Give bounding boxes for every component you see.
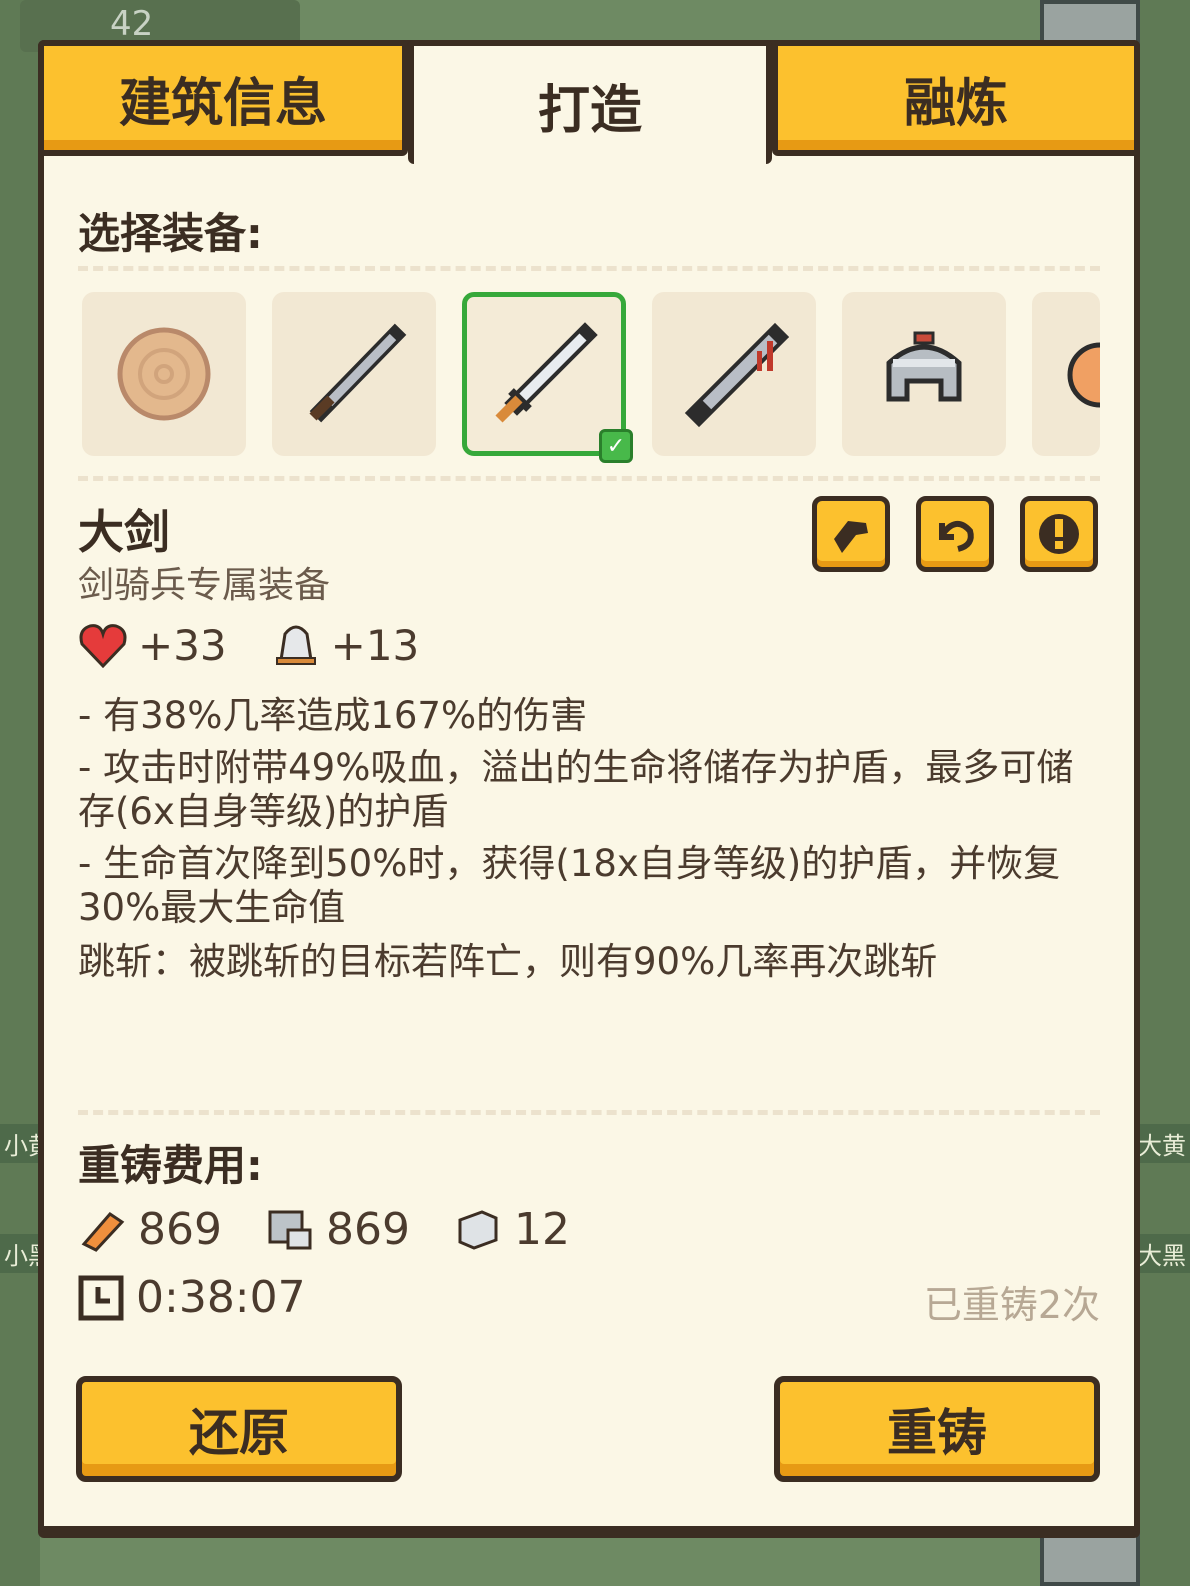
- background-left-strip: [0, 0, 40, 1586]
- background-tower-bottom: [1040, 1530, 1140, 1586]
- tab-smelt[interactable]: 融炼: [772, 40, 1140, 156]
- effect-line: 跳斩：被跳斩的目标若阵亡，则有90%几率再次跳斩: [78, 940, 938, 983]
- divider: [78, 1110, 1100, 1115]
- reforge-cost-title: 重铸费用:: [78, 1141, 263, 1190]
- cost-stone: 869: [266, 1204, 410, 1255]
- greatsword-icon: [495, 322, 598, 423]
- wooden-shield-icon: [117, 327, 211, 421]
- timer-value: 0:38:07: [136, 1272, 306, 1323]
- reforge-count: 已重铸2次: [923, 1283, 1100, 1327]
- upgrade-icon: [1039, 514, 1079, 554]
- divider: [78, 266, 1100, 271]
- cost-wood: 869: [78, 1204, 222, 1255]
- heart-icon: [79, 624, 127, 668]
- item-name: 大剑: [78, 505, 170, 559]
- restore-button[interactable]: 还原: [76, 1376, 402, 1482]
- bloody-sword-icon: [684, 322, 789, 428]
- timer-row: 0:38:07: [78, 1272, 350, 1323]
- iron-icon: [458, 1209, 498, 1250]
- stat-health: +33: [78, 621, 227, 670]
- cost-stone-value: 869: [325, 1204, 410, 1255]
- equipment-slot-greatsword[interactable]: ✓: [462, 292, 633, 463]
- hammer-icon: [834, 521, 868, 553]
- upgrade-button[interactable]: [1020, 496, 1098, 572]
- stat-row: +33 +13: [78, 620, 463, 670]
- background-right-label: 大黄: [1134, 1124, 1190, 1163]
- stat-health-value: +33: [138, 620, 227, 670]
- cost-wood-value: 869: [138, 1204, 222, 1255]
- bell-icon: [275, 625, 316, 665]
- orange-item-icon: [1067, 342, 1100, 408]
- reforge-button[interactable]: 重铸: [774, 1376, 1100, 1482]
- item-subtitle: 剑骑兵专属装备: [78, 565, 331, 606]
- helmet-icon: [886, 331, 962, 402]
- hammer-button[interactable]: [812, 496, 890, 572]
- undo-icon: [939, 521, 974, 552]
- cost-iron-value: 12: [513, 1204, 570, 1255]
- tab-forge[interactable]: 打造: [408, 40, 772, 164]
- background-level-number: 42: [110, 4, 154, 44]
- equipment-slot-helmet[interactable]: [842, 292, 1006, 456]
- equipment-slot-sword[interactable]: [272, 292, 436, 456]
- sword-icon: [309, 323, 407, 423]
- effect-line: - 生命首次降到50%时，获得(18x自身等级)的护盾，并恢复30%最大生命值: [78, 842, 1061, 929]
- tab-bar: 建筑信息 打造 融炼: [38, 40, 1140, 164]
- divider: [78, 476, 1100, 481]
- equipment-slot-bloody-sword[interactable]: [652, 292, 816, 456]
- cost-iron: 12: [454, 1204, 570, 1255]
- equipment-slot-partial[interactable]: [1032, 292, 1100, 456]
- background-right-label: 大黑: [1134, 1234, 1190, 1273]
- equipment-slot-shield[interactable]: [82, 292, 246, 456]
- selected-check-icon: ✓: [599, 429, 633, 463]
- effect-line: - 有38%几率造成167%的伤害: [78, 694, 588, 737]
- tab-building-info[interactable]: 建筑信息: [38, 40, 408, 156]
- undo-button[interactable]: [916, 496, 994, 572]
- wood-icon: [81, 1211, 125, 1252]
- stone-icon: [268, 1210, 312, 1249]
- stat-defense: +13: [271, 620, 420, 670]
- clock-icon: [78, 1275, 124, 1320]
- stat-defense-value: +13: [330, 620, 420, 670]
- select-equipment-title: 选择装备:: [78, 209, 263, 258]
- timer: 0:38:07: [78, 1272, 306, 1323]
- effect-line: - 攻击时附带49%吸血，溢出的生命将储存为护盾，最多可储存(6x自身等级)的护…: [78, 746, 1074, 833]
- cost-row: 869 869 12: [78, 1204, 614, 1255]
